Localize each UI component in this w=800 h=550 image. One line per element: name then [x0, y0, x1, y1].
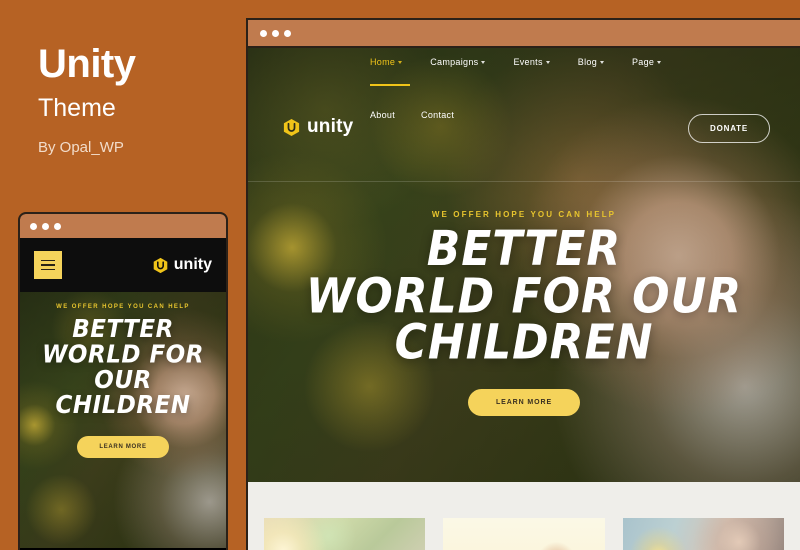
- nav-item-label: Home: [370, 57, 396, 67]
- page-title: Unity: [38, 42, 136, 86]
- unity-hexagon-icon: [283, 118, 300, 136]
- mobile-hero-headline: BETTER WORLD FOR OUR CHILDREN: [20, 317, 226, 418]
- nav-item-label: Campaigns: [430, 57, 479, 67]
- window-dot-maximize-icon[interactable]: [284, 29, 291, 37]
- nav-item-blog[interactable]: Blog: [578, 57, 604, 67]
- nav-item-label: About: [370, 110, 396, 120]
- hero-headline-line: WORLD FOR OUR: [305, 268, 743, 325]
- card-list: [248, 482, 800, 550]
- mobile-site-logo-text: unity: [173, 256, 212, 273]
- secondary-navigation: About Contact: [370, 110, 454, 120]
- mobile-browser-window: unity WE OFFER HOPE YOU CAN HELP BETTER …: [18, 212, 228, 550]
- window-dot-close-icon[interactable]: [260, 29, 267, 37]
- hamburger-icon[interactable]: [34, 251, 62, 279]
- mobile-titlebar: [20, 214, 226, 238]
- chevron-down-icon: [657, 60, 662, 64]
- site-logo-text: unity: [307, 116, 354, 137]
- donate-button[interactable]: DONATE: [688, 114, 770, 143]
- children-playing-photo[interactable]: [264, 518, 426, 550]
- mobile-hero-content: WE OFFER HOPE YOU CAN HELP BETTER WORLD …: [20, 292, 226, 458]
- window-dot-maximize-icon[interactable]: [54, 222, 61, 230]
- mobile-learn-more-button[interactable]: LEARN MORE: [77, 436, 169, 458]
- nav-item-contact[interactable]: Contact: [421, 110, 454, 120]
- nav-item-label: Page: [632, 57, 655, 67]
- nav-item-label: Contact: [421, 110, 455, 120]
- nav-item-home[interactable]: Home: [370, 57, 403, 67]
- mobile-hero-headline-line: WORLD FOR OUR: [42, 340, 204, 395]
- hero-headline-line: CHILDREN: [394, 314, 654, 372]
- hero-headline-line: BETTER: [426, 221, 622, 278]
- nav-item-events[interactable]: Events: [513, 57, 550, 67]
- mobile-site-header: unity: [20, 238, 226, 292]
- mobile-site-logo[interactable]: unity: [152, 256, 212, 274]
- nav-item-label: Events: [513, 57, 543, 67]
- page-subtitle: Theme: [38, 94, 116, 122]
- hero-tagline: WE OFFER HOPE YOU CAN HELP: [431, 210, 617, 219]
- promo-panel: Unity Theme By Opal_WP: [38, 44, 238, 156]
- mobile-hero-headline-line: CHILDREN: [55, 391, 191, 420]
- chevron-down-icon: [398, 60, 403, 64]
- child-with-kite-photo[interactable]: [443, 518, 605, 550]
- mobile-hero-section: WE OFFER HOPE YOU CAN HELP BETTER WORLD …: [20, 292, 226, 548]
- hero-section: unity Home Campaigns Events Blog Page Ab…: [248, 48, 800, 482]
- nav-item-page[interactable]: Page: [632, 57, 662, 67]
- desktop-viewport: unity Home Campaigns Events Blog Page Ab…: [248, 48, 800, 550]
- nav-item-label: Blog: [577, 57, 597, 67]
- mobile-hero-tagline: WE OFFER HOPE YOU CAN HELP: [56, 304, 190, 310]
- chevron-down-icon: [600, 60, 604, 64]
- theme-author: By Opal_WP: [38, 139, 124, 156]
- mobile-hero-headline-line: BETTER: [72, 315, 174, 344]
- window-dot-close-icon[interactable]: [30, 222, 37, 230]
- primary-navigation: Home Campaigns Events Blog Page: [370, 57, 662, 67]
- hero-content: WE OFFER HOPE YOU CAN HELP BETTER WORLD …: [248, 210, 800, 417]
- learn-more-button[interactable]: LEARN MORE: [467, 389, 581, 417]
- nav-item-about[interactable]: About: [370, 110, 395, 120]
- hero-headline: BETTER WORLD FOR OUR CHILDREN: [248, 221, 800, 372]
- site-header: unity Home Campaigns Events Blog Page Ab…: [248, 48, 800, 178]
- window-dot-minimize-icon[interactable]: [42, 222, 49, 230]
- mobile-viewport: unity WE OFFER HOPE YOU CAN HELP BETTER …: [20, 238, 226, 548]
- desktop-browser-window: unity Home Campaigns Events Blog Page Ab…: [246, 18, 800, 550]
- mother-and-child-photo[interactable]: [622, 518, 784, 550]
- window-dot-minimize-icon[interactable]: [272, 29, 279, 37]
- cards-section: [248, 482, 800, 550]
- chevron-down-icon: [481, 60, 486, 64]
- chevron-down-icon: [545, 60, 550, 64]
- unity-hexagon-icon: [153, 257, 168, 273]
- site-logo[interactable]: unity: [282, 116, 353, 138]
- nav-item-campaigns[interactable]: Campaigns: [430, 57, 486, 67]
- active-nav-underline: [370, 84, 410, 86]
- desktop-titlebar: [248, 20, 800, 48]
- header-divider: [248, 181, 800, 182]
